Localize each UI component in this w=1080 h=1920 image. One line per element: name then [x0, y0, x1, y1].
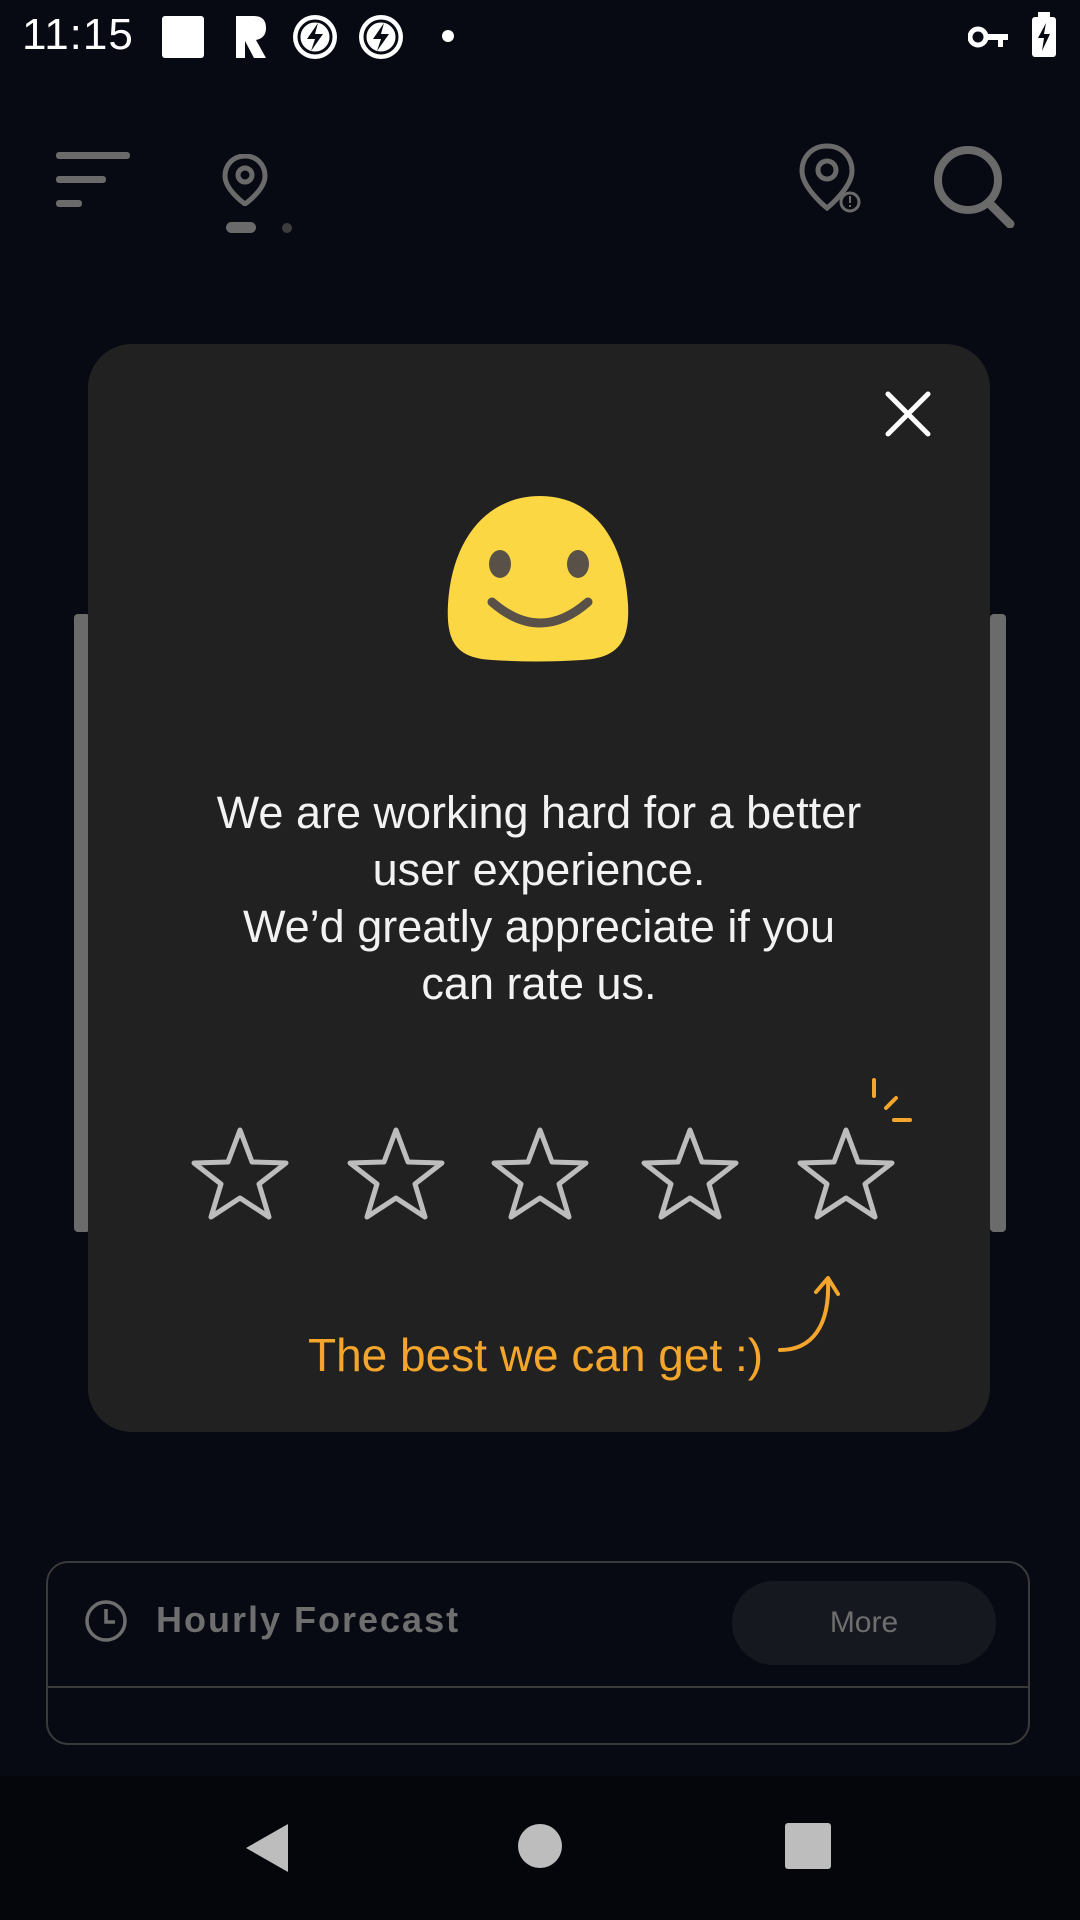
close-icon[interactable]	[878, 384, 938, 444]
flash-icon	[356, 12, 406, 67]
message-line: can rate us.	[421, 958, 657, 1009]
location-alert-icon[interactable]	[796, 142, 862, 221]
pager-dot-active	[226, 222, 256, 233]
app-bar	[0, 100, 1080, 250]
arrow-icon	[778, 1272, 848, 1361]
back-icon[interactable]	[244, 1822, 292, 1879]
more-button[interactable]: More	[732, 1581, 996, 1665]
hourly-forecast-title: Hourly Forecast	[156, 1599, 461, 1640]
vpn-key-icon	[967, 22, 1010, 57]
search-icon[interactable]	[930, 142, 1016, 233]
home-icon[interactable]	[516, 1822, 564, 1875]
navigation-bar	[0, 1776, 1080, 1920]
divider	[48, 1686, 1028, 1688]
smiley-face-icon	[442, 492, 638, 673]
star-rating	[88, 1124, 990, 1234]
pager-dot	[282, 223, 292, 233]
star-5[interactable]	[794, 1124, 898, 1224]
recents-icon[interactable]	[784, 1822, 832, 1875]
star-2[interactable]	[344, 1124, 448, 1224]
message-line: We’d greatly appreciate if you	[243, 901, 835, 952]
square-notification-icon	[160, 14, 206, 65]
rating-message: We are working hard for a better user ex…	[148, 784, 930, 1012]
location-pin-icon[interactable]	[222, 153, 268, 211]
r-app-icon	[232, 14, 268, 65]
sparkle-icon	[864, 1076, 916, 1131]
rating-hint: The best we can get :)	[308, 1329, 764, 1381]
clock-icon	[84, 1599, 128, 1648]
status-bar: 11:15	[0, 0, 1080, 72]
background-card-edge-right	[990, 614, 1006, 1232]
hourly-forecast-card: Hourly Forecast More	[46, 1561, 1030, 1745]
status-time: 11:15	[22, 10, 134, 59]
star-4[interactable]	[638, 1124, 742, 1224]
dot-icon	[440, 28, 456, 49]
star-1[interactable]	[188, 1124, 292, 1224]
flash-icon	[290, 12, 340, 67]
message-line: We are working hard for a better	[216, 787, 862, 838]
battery-charging-icon	[1030, 12, 1058, 63]
rating-dialog: We are working hard for a better user ex…	[88, 344, 990, 1432]
star-3[interactable]	[488, 1124, 592, 1224]
menu-icon[interactable]	[56, 150, 132, 215]
message-line: user experience.	[372, 844, 706, 895]
